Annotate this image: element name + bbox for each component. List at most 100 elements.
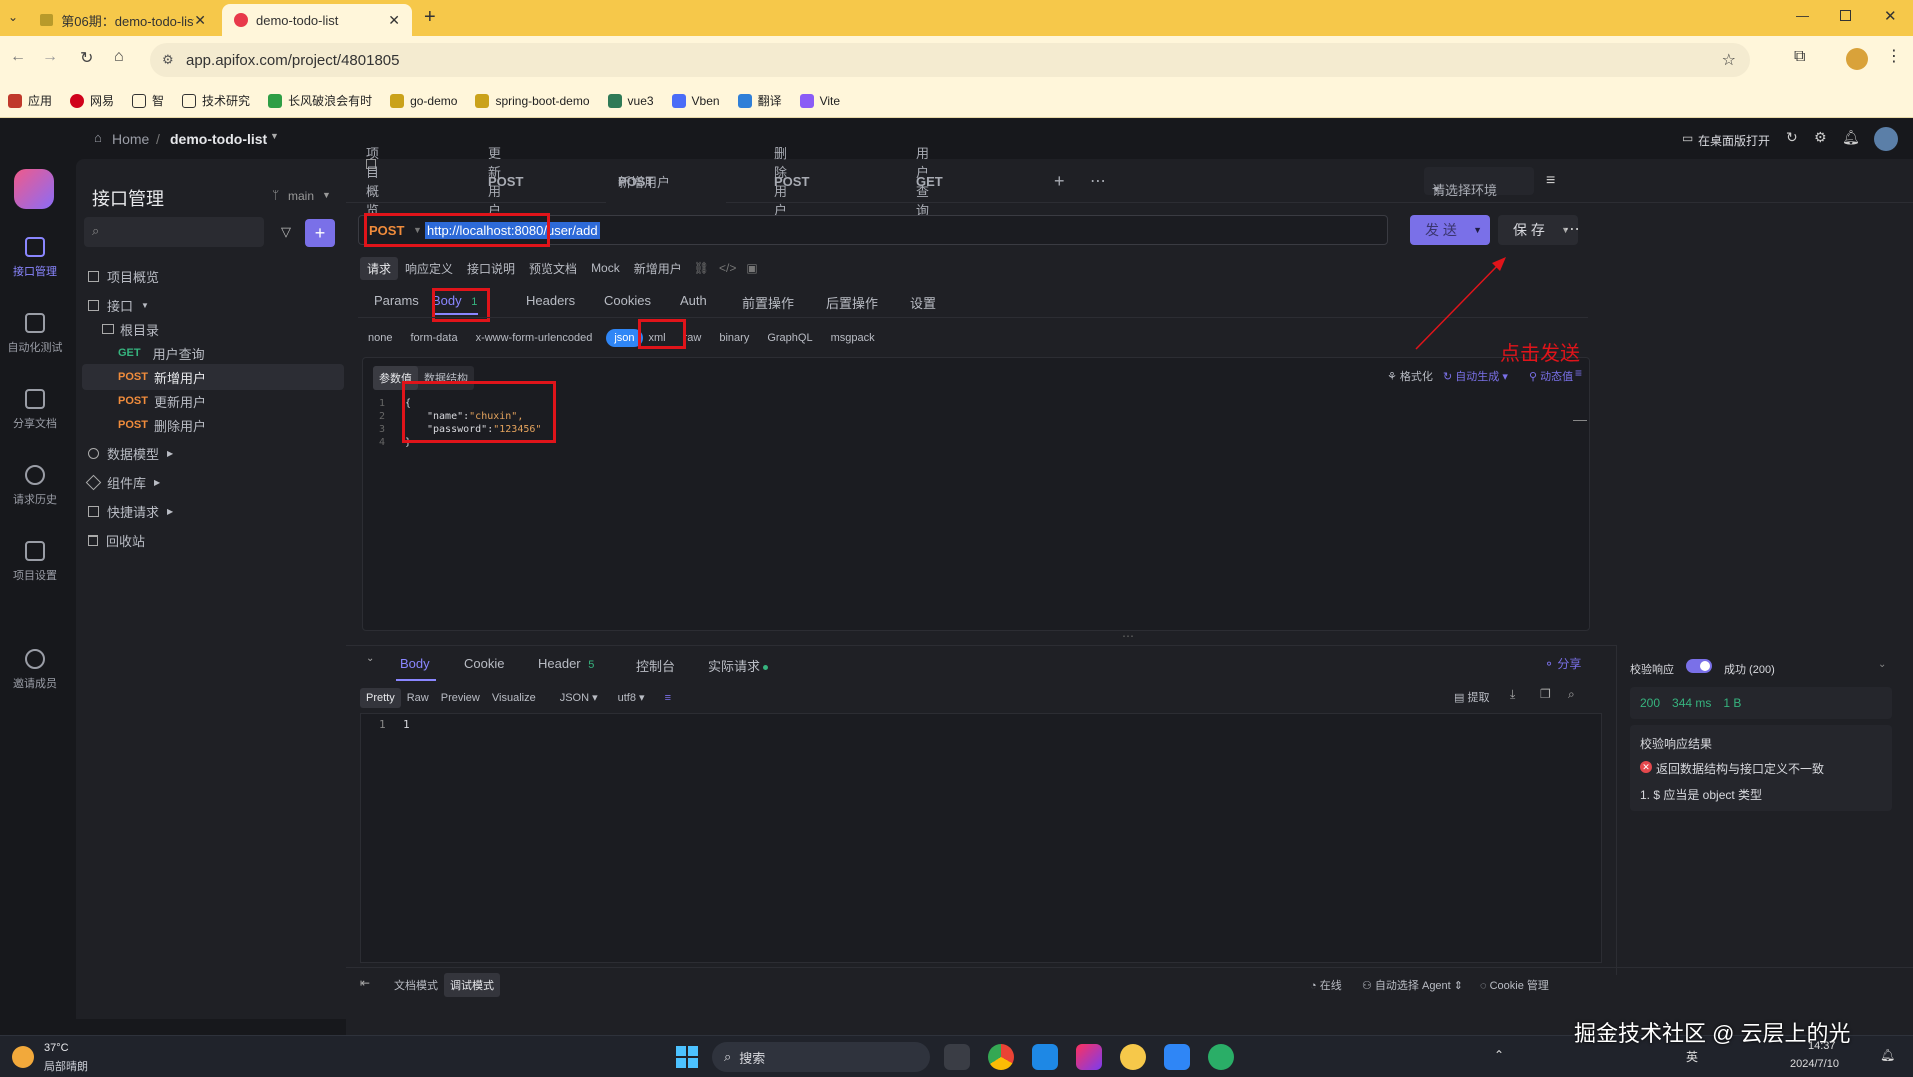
wrap-icon[interactable]: ≡ [1575, 366, 1582, 380]
mode-tab-mock[interactable]: Mock [584, 258, 627, 278]
breadcrumb-project[interactable]: demo-todo-list [170, 131, 267, 147]
app-icon[interactable] [1120, 1044, 1146, 1070]
body-type-none[interactable]: none [368, 332, 392, 344]
close-icon[interactable]: ✕ [388, 12, 400, 29]
bookmark-folder-zhi[interactable]: 智 [132, 92, 164, 109]
collapse-sidebar-icon[interactable]: ⇤ [360, 976, 370, 990]
add-button[interactable]: + [305, 219, 335, 247]
tab-cookies[interactable]: Cookies [604, 293, 651, 308]
user-avatar[interactable] [1874, 127, 1898, 151]
sidebar-search-input[interactable]: ⌕ [84, 217, 264, 247]
validate-toggle[interactable] [1686, 659, 1712, 673]
bookmark-changfeng[interactable]: 长风破浪会有时 [268, 92, 372, 109]
back-icon[interactable]: ← [10, 48, 26, 66]
notification-icon[interactable]: 🔔︎ [1880, 1048, 1895, 1062]
bookmark-star-icon[interactable]: ☆ [1722, 50, 1736, 70]
filter-button[interactable]: ▽ [272, 217, 300, 247]
validation-status-select[interactable]: 成功 (200) [1724, 661, 1775, 677]
body-type-raw[interactable]: raw [684, 332, 702, 344]
minimize-icon[interactable]: — [1796, 8, 1809, 23]
copy-icon[interactable]: ❐ [1540, 687, 1551, 701]
nav-api-management[interactable]: 接口管理 [0, 237, 70, 279]
url-input[interactable]: http://localhost:8080/user/add [425, 219, 1383, 241]
body-type-msgpack[interactable]: msgpack [831, 332, 875, 344]
bookmark-translate[interactable]: 翻译 [737, 92, 782, 109]
body-type-form-data[interactable]: form-data [410, 332, 457, 344]
sidebar-item-components[interactable]: 组件库 ▶ [85, 469, 348, 495]
maximize-icon[interactable] [1840, 10, 1851, 21]
chrome-icon[interactable] [988, 1044, 1014, 1070]
panel-icon[interactable]: ▣ [741, 258, 762, 278]
share-button[interactable]: ⚬ 分享 [1544, 655, 1581, 672]
sidebar-item-update-user[interactable]: POST 更新用户 [118, 388, 378, 414]
bookmark-netease[interactable]: 网易 [70, 92, 114, 109]
response-body-editor[interactable]: 1 1 [360, 713, 1602, 963]
url-field[interactable]: ⚙ app.apifox.com/project/4801805 ☆ [150, 43, 1750, 77]
online-status[interactable]: ◔ 在线 [1310, 977, 1342, 993]
profile-avatar[interactable] [1846, 48, 1868, 70]
body-type-urlencoded[interactable]: x-www-form-urlencoded [476, 332, 593, 344]
more-icon[interactable]: ⋯ [1564, 219, 1580, 239]
chevron-down-icon[interactable]: ⌄ [1878, 659, 1886, 670]
body-type-binary[interactable]: binary [719, 332, 749, 344]
menu-icon[interactable]: ≡ [1546, 159, 1555, 203]
intellij-icon[interactable] [1076, 1044, 1102, 1070]
start-button[interactable] [676, 1046, 698, 1068]
sidebar-item-data-models[interactable]: 数据模型 ▶ [88, 440, 348, 466]
tab-params[interactable]: Params [374, 293, 419, 308]
sidebar-item-get-user[interactable]: GET 用户查询 [118, 340, 378, 366]
nav-invite-members[interactable]: 邀请成员 [0, 649, 70, 691]
doc-mode-button[interactable]: 文档模式 [388, 973, 444, 997]
view-preview[interactable]: Preview [435, 688, 486, 708]
cookie-manager[interactable]: ◌ Cookie 管理 [1480, 977, 1549, 993]
link-icon[interactable]: ⛓ [689, 258, 714, 278]
bookmark-vue3[interactable]: vue3 [607, 93, 654, 108]
sidebar-item-delete-user[interactable]: POST 删除用户 [118, 412, 378, 438]
view-raw[interactable]: Raw [401, 688, 435, 708]
taskbar-search[interactable]: ⌕ 搜索 [712, 1042, 930, 1072]
resp-tab-cookie[interactable]: Cookie [464, 656, 504, 671]
terminal-icon[interactable] [944, 1044, 970, 1070]
breadcrumb-home[interactable]: Home [112, 131, 149, 147]
clock-time[interactable]: 14:37 [1808, 1040, 1836, 1052]
download-icon[interactable]: ⤓ [1510, 687, 1515, 702]
new-tab-icon[interactable]: + [424, 6, 436, 29]
home-icon[interactable]: ⌂ [114, 48, 124, 66]
collapse-icon[interactable]: ⌄ [366, 653, 374, 664]
more-menu-icon[interactable]: ⋮ [1886, 46, 1902, 66]
sidebar-item-root[interactable]: 根目录 [102, 316, 362, 342]
wechat-icon[interactable] [1208, 1044, 1234, 1070]
wrap-icon[interactable]: ≡ [659, 688, 677, 708]
site-info-icon[interactable]: ⚙ [162, 52, 174, 68]
sidebar-item-overview[interactable]: 项目概览 [88, 263, 348, 289]
tray-chevron-icon[interactable]: ⌃ [1494, 1048, 1504, 1062]
sidebar-item-add-user[interactable]: POST 新增用户 [82, 364, 344, 390]
bookmark-vben[interactable]: Vben [671, 93, 720, 108]
bookmark-spring-boot-demo[interactable]: spring-boot-demo [475, 93, 590, 108]
browser-tab-2[interactable]: demo-todo-list ✕ [222, 4, 412, 36]
agent-select[interactable]: ⚇ 自动选择 Agent ⇕ [1362, 977, 1463, 993]
extensions-icon[interactable]: ⧉ [1794, 48, 1805, 66]
auto-generate-button[interactable]: ↻ 自动生成 ▾ [1443, 368, 1508, 384]
sidebar-item-apis[interactable]: 接口 ▼ [88, 292, 348, 318]
view-visualize[interactable]: Visualize [486, 688, 542, 708]
search-icon[interactable]: ⌕ [1568, 687, 1575, 702]
dynamic-value-button[interactable]: ⚲ 动态值 [1529, 368, 1573, 384]
vscode-icon[interactable] [1032, 1044, 1058, 1070]
bookmark-vite[interactable]: Vite [799, 93, 840, 108]
mode-tab-response-def[interactable]: 响应定义 [398, 257, 460, 280]
bell-icon[interactable]: 🔔︎ [1842, 129, 1860, 146]
mode-tab-request[interactable]: 请求 [360, 256, 399, 280]
home-icon[interactable]: ⌂ [94, 130, 102, 145]
send-button[interactable]: 发 送 ▼ [1410, 215, 1490, 245]
bookmark-apps[interactable]: 应用 [8, 92, 52, 109]
resize-handle[interactable]: ⋯ [1122, 629, 1134, 643]
clock-date[interactable]: 2024/7/10 [1790, 1058, 1839, 1070]
resp-tab-header[interactable]: Header 5 [538, 656, 594, 671]
window-close-icon[interactable]: ✕ [1884, 7, 1897, 25]
code-icon[interactable]: </> [714, 258, 741, 278]
view-pretty[interactable]: Pretty [360, 687, 401, 708]
tab-pre-ops[interactable]: 前置操作 [742, 293, 794, 312]
branch-selector[interactable]: main [288, 189, 314, 203]
debug-mode-button[interactable]: 调试模式 [444, 973, 500, 997]
